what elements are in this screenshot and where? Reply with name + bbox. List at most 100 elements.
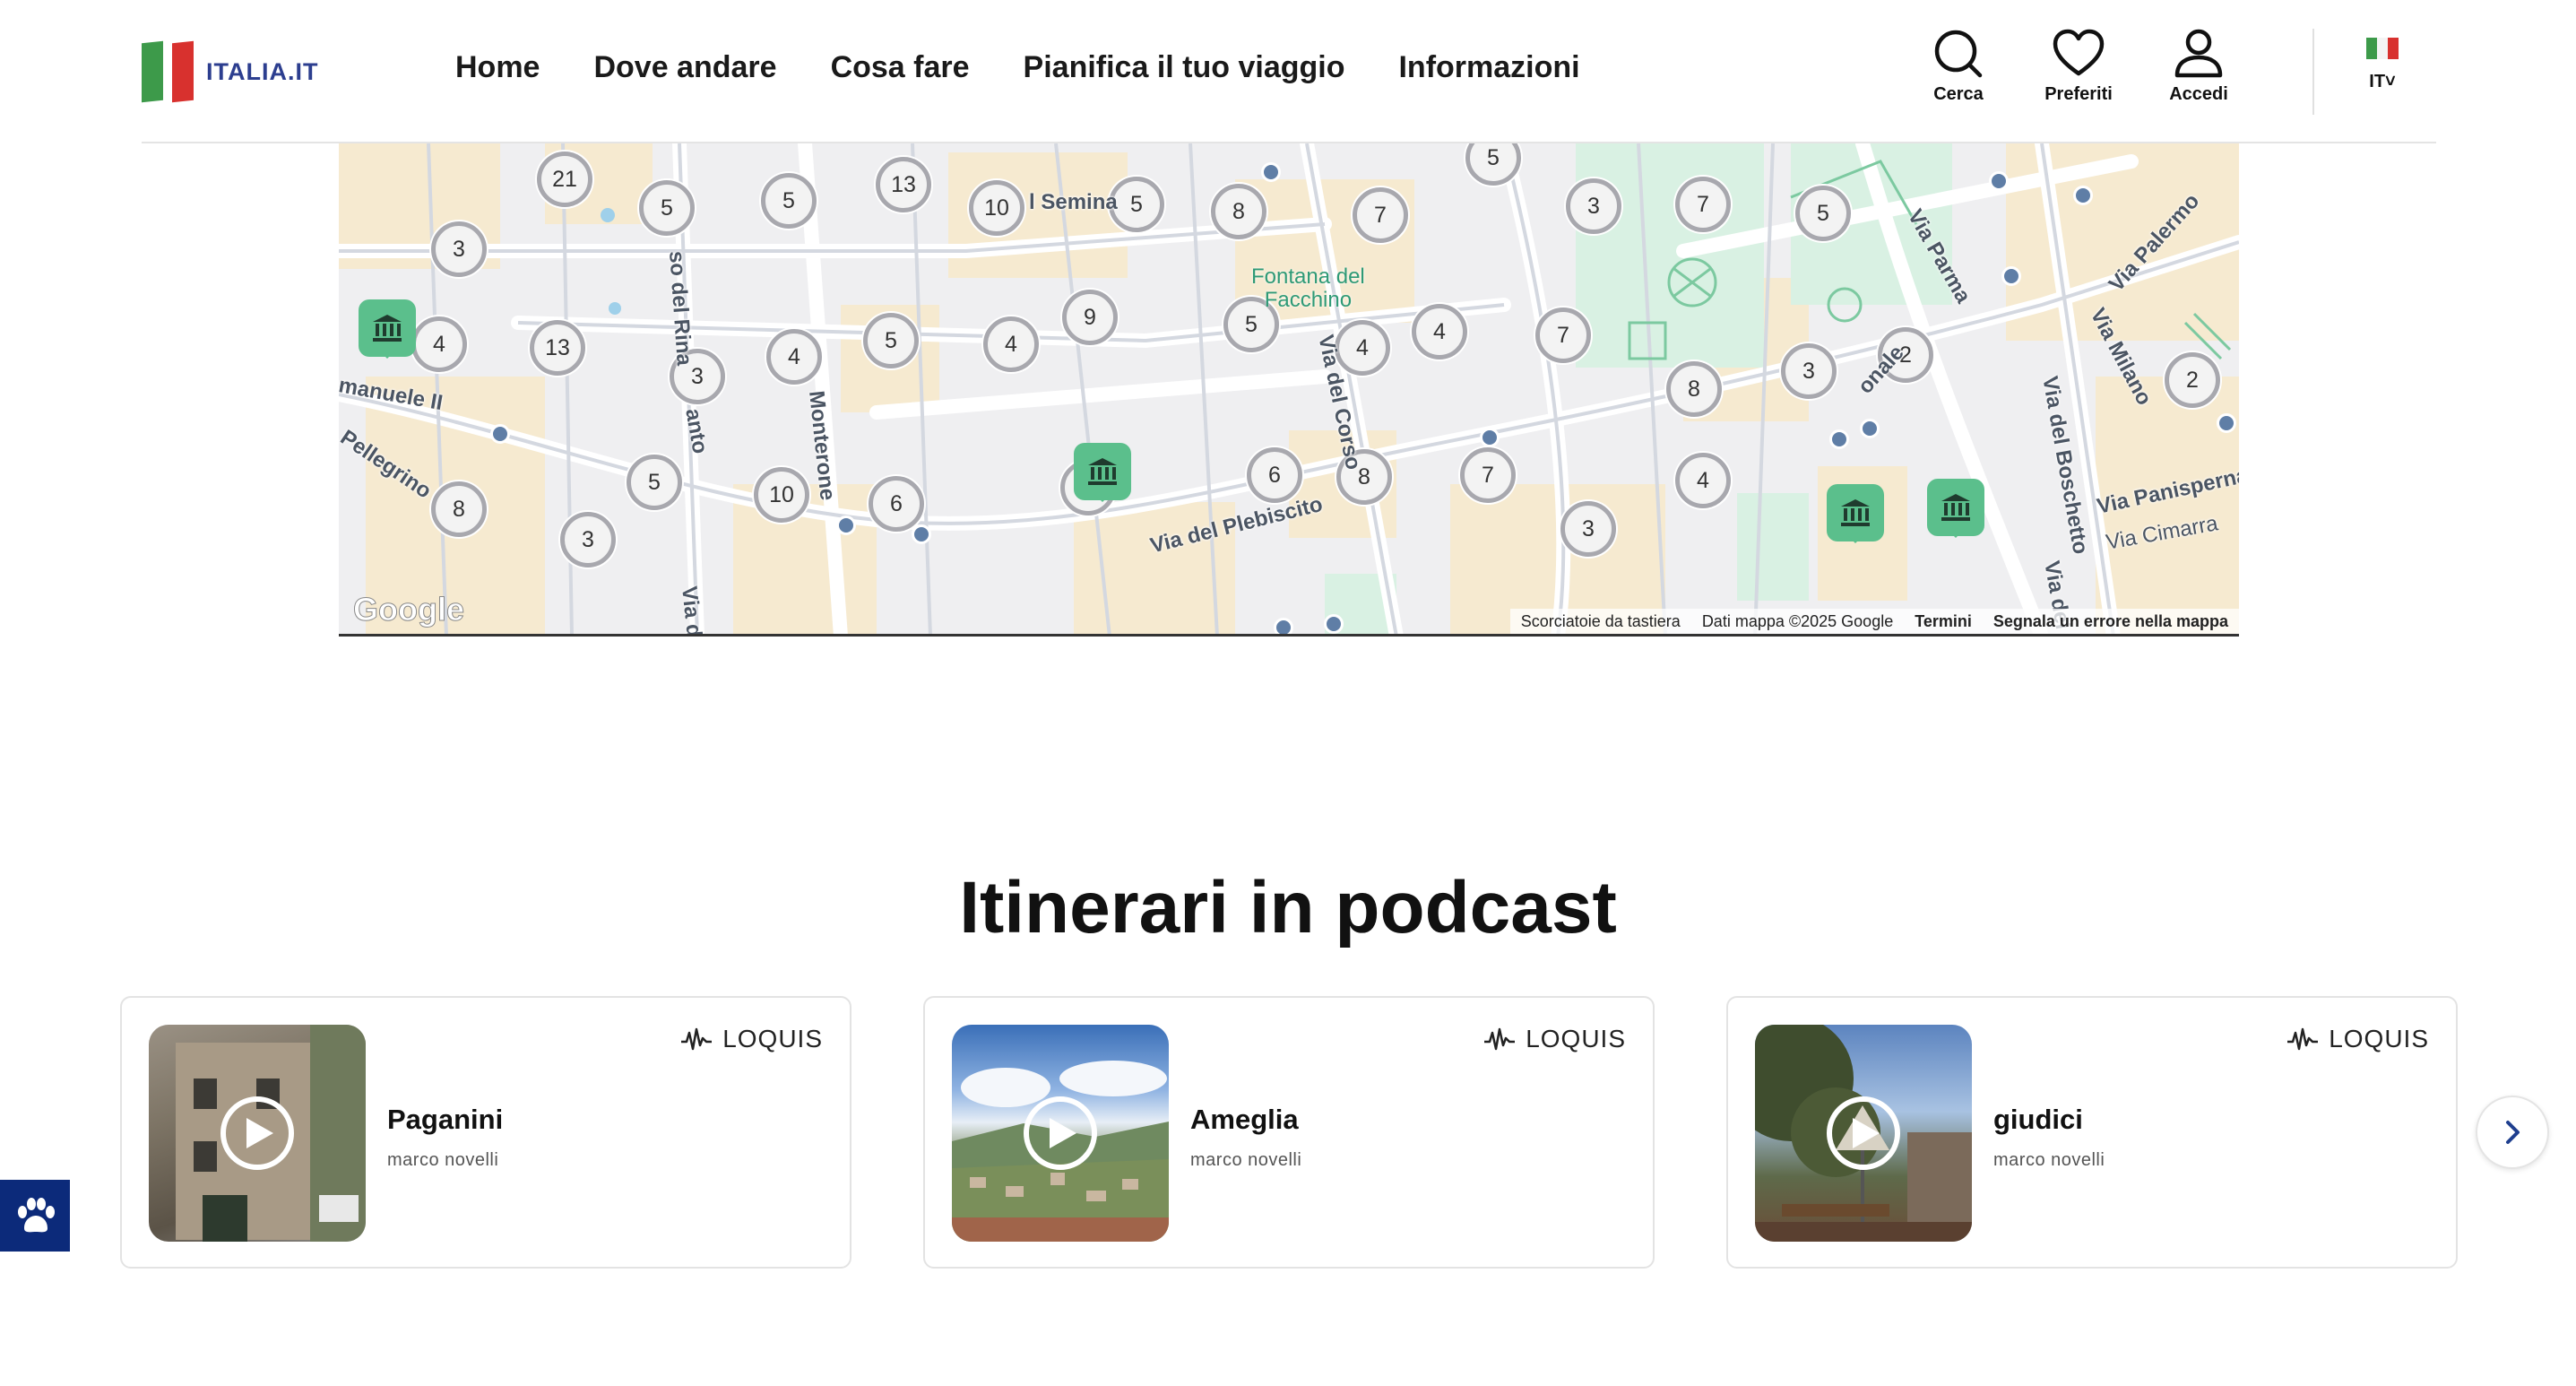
map-cluster[interactable]: 5 — [761, 173, 817, 229]
map-tiles — [339, 143, 2239, 634]
keyboard-shortcuts-link[interactable]: Scorciatoie da tastiera — [1521, 612, 1681, 631]
museum-marker[interactable] — [359, 299, 416, 359]
favorites-button[interactable]: Preferiti — [2038, 27, 2119, 105]
map-cluster[interactable]: 21 — [537, 152, 592, 207]
transit-stop-icon[interactable] — [1480, 428, 1500, 447]
logo-green-bar — [142, 40, 163, 103]
map-cluster[interactable]: 13 — [876, 157, 931, 212]
map[interactable]: 21 5 5 13 10 5 8 7 5 3 7 5 3 4 13 3 4 5 … — [339, 143, 2239, 637]
map-cluster[interactable]: 7 — [1460, 447, 1516, 503]
map-cluster[interactable]: 6 — [869, 476, 924, 532]
podcast-thumbnail[interactable] — [149, 1025, 366, 1242]
map-data-text: Dati mappa ©2025 Google — [1701, 611, 1894, 630]
report-error-link[interactable]: Segnala un errore nella mappa — [1993, 612, 2228, 631]
map-cluster[interactable]: 4 — [411, 316, 467, 372]
map-cluster[interactable]: 13 — [530, 320, 585, 376]
map-cluster[interactable]: 4 — [1675, 453, 1731, 508]
transit-stop-icon[interactable] — [2001, 266, 2021, 286]
waveform-icon — [1484, 1027, 1516, 1051]
place-label-fontana[interactable]: Fontana del Facchino — [1251, 265, 1365, 312]
nav-pianifica[interactable]: Pianifica il tuo viaggio — [1024, 50, 1345, 85]
play-button[interactable] — [220, 1096, 294, 1170]
main-nav: Home Dove andare Cosa fare Pianifica il … — [455, 50, 1580, 85]
transit-stop-icon[interactable] — [836, 515, 856, 535]
museum-icon — [1841, 499, 1870, 526]
museum-marker[interactable] — [1827, 484, 1884, 543]
site-header: ITALIA.IT Home Dove andare Cosa fare Pia… — [142, 0, 2436, 143]
google-logo[interactable]: Google — [353, 591, 465, 628]
podcast-card-title[interactable]: Paganini — [387, 1104, 503, 1136]
museum-icon — [1941, 494, 1970, 521]
podcast-thumbnail[interactable] — [952, 1025, 1169, 1242]
map-cluster[interactable]: 2 — [2165, 352, 2220, 408]
museum-marker[interactable] — [1074, 443, 1131, 502]
map-cluster[interactable]: 4 — [983, 316, 1039, 372]
map-cluster[interactable]: 3 — [1781, 343, 1837, 399]
play-button[interactable] — [1024, 1096, 1097, 1170]
podcast-card[interactable]: LOQUIS Ameglia marco novelli — [923, 996, 1655, 1269]
logo-red-bar — [172, 40, 194, 103]
transit-stop-icon[interactable] — [1274, 618, 1293, 634]
transit-stop-icon[interactable] — [1261, 162, 1281, 182]
map-cluster[interactable]: 3 — [1560, 501, 1616, 557]
header-divider — [2312, 29, 2314, 115]
podcast-thumbnail[interactable] — [1755, 1025, 1972, 1242]
map-cluster[interactable]: 6 — [1247, 447, 1302, 503]
podcast-card[interactable]: LOQUIS Paganini marco novelli — [120, 996, 851, 1269]
podcast-card-title[interactable]: giudici — [1993, 1104, 2083, 1136]
map-cluster[interactable]: 10 — [969, 180, 1024, 236]
transit-stop-icon[interactable] — [1989, 171, 2009, 191]
loquis-logo: LOQUIS — [681, 1025, 823, 1053]
map-cluster[interactable]: 8 — [1211, 184, 1266, 239]
map-cluster[interactable]: 7 — [1353, 187, 1408, 243]
login-button[interactable]: Accedi — [2158, 27, 2239, 105]
map-cluster[interactable]: 3 — [560, 512, 616, 567]
transit-stop-icon[interactable] — [490, 424, 510, 444]
nav-dove-andare[interactable]: Dove andare — [593, 50, 776, 85]
map-cluster[interactable]: 8 — [431, 481, 487, 537]
header-tools: Cerca Preferiti Accedi — [1918, 27, 2239, 105]
waveform-icon — [681, 1027, 713, 1051]
podcast-card-author: marco novelli — [1190, 1150, 1302, 1170]
map-cluster[interactable]: 5 — [1795, 186, 1851, 241]
play-button[interactable] — [1827, 1096, 1900, 1170]
map-cluster[interactable]: 4 — [766, 329, 822, 385]
map-cluster[interactable]: 3 — [1566, 178, 1621, 234]
map-cluster[interactable]: 3 — [431, 221, 487, 277]
search-button[interactable]: Cerca — [1918, 27, 1999, 105]
map-cluster[interactable]: 7 — [1535, 308, 1591, 363]
search-label: Cerca — [1933, 84, 1984, 104]
map-cluster[interactable]: 10 — [754, 467, 809, 523]
transit-stop-icon[interactable] — [1829, 429, 1849, 449]
nav-cosa-fare[interactable]: Cosa fare — [831, 50, 970, 85]
transit-stop-icon[interactable] — [2217, 413, 2236, 433]
accessibility-button[interactable] — [0, 1180, 70, 1252]
transit-stop-icon[interactable] — [1324, 614, 1344, 634]
map-cluster[interactable]: 5 — [639, 180, 695, 236]
map-cluster[interactable]: 4 — [1412, 304, 1467, 359]
museum-icon — [373, 315, 402, 342]
paw-icon — [18, 1198, 55, 1233]
nav-home[interactable]: Home — [455, 50, 540, 85]
transit-stop-icon[interactable] — [2073, 186, 2093, 205]
map-cluster[interactable]: 7 — [1675, 177, 1731, 232]
map-cluster[interactable]: 9 — [1062, 290, 1118, 345]
map-cluster[interactable]: 5 — [863, 313, 919, 368]
language-selector[interactable]: IT˅ — [2356, 38, 2409, 92]
terms-link[interactable]: Termini — [1915, 612, 1972, 631]
search-icon — [1934, 30, 1983, 78]
map-cluster[interactable]: 8 — [1666, 361, 1722, 417]
login-label: Accedi — [2169, 84, 2228, 104]
play-icon — [1853, 1118, 1880, 1148]
museum-marker[interactable] — [1927, 479, 1984, 538]
podcast-card-title[interactable]: Ameglia — [1190, 1104, 1299, 1136]
podcast-section-title: Itinerari in podcast — [959, 867, 1617, 949]
podcast-card[interactable]: LOQUIS giudici marco novelli — [1726, 996, 2458, 1269]
map-cluster[interactable]: 5 — [627, 455, 682, 510]
site-logo[interactable]: ITALIA.IT — [142, 39, 318, 104]
transit-stop-icon[interactable] — [912, 524, 931, 544]
carousel-next-button[interactable] — [2476, 1096, 2549, 1169]
nav-informazioni[interactable]: Informazioni — [1398, 50, 1579, 85]
transit-stop-icon[interactable] — [1860, 419, 1880, 438]
podcast-card-author: marco novelli — [387, 1150, 499, 1170]
